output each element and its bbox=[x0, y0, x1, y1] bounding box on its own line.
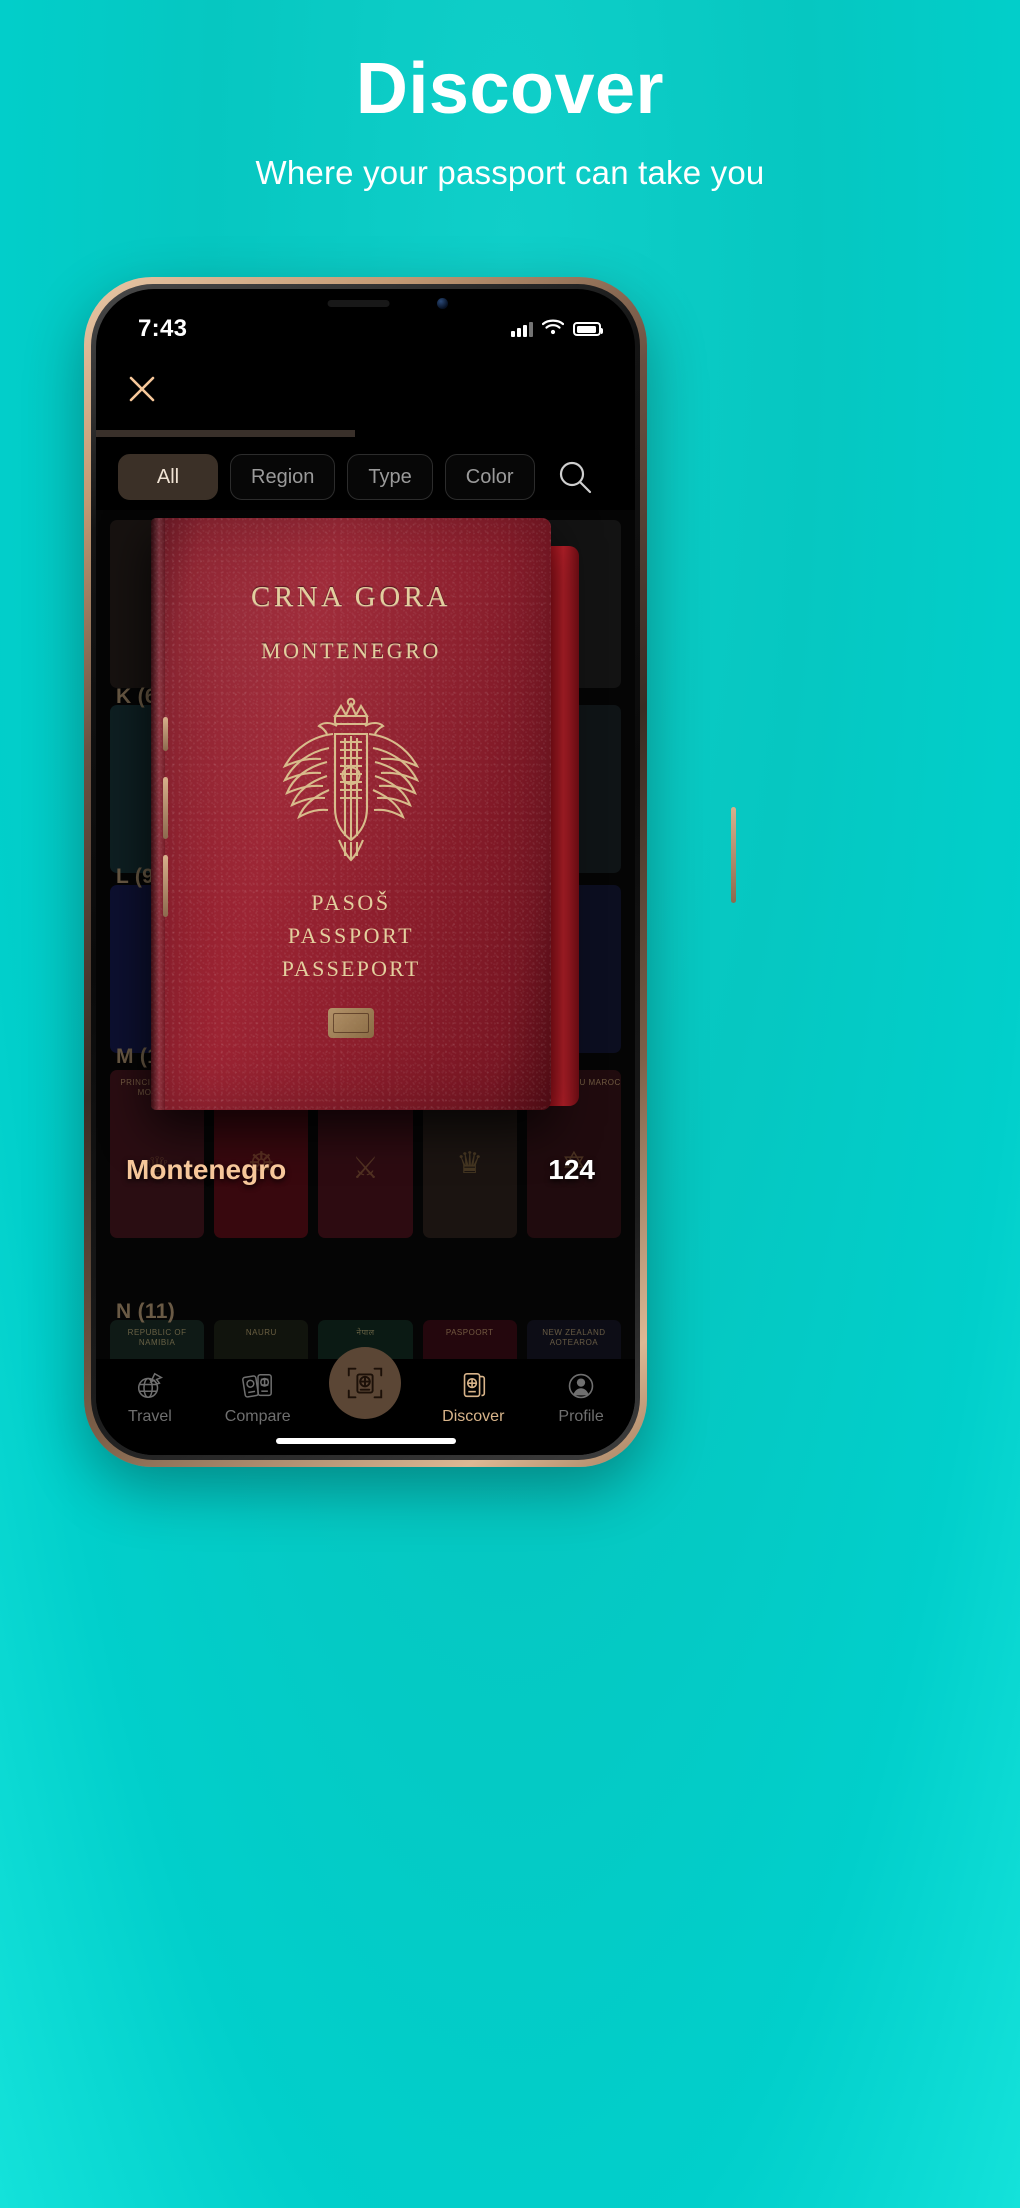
passport-card-title: PRINCIPAUTE DE MONACO bbox=[120, 1078, 194, 1097]
passport-grid-row bbox=[96, 520, 635, 688]
passport-card[interactable] bbox=[318, 885, 413, 1053]
passport-card[interactable] bbox=[214, 885, 309, 1053]
battery-icon bbox=[573, 322, 603, 336]
passport-card-title: CRNA GORA MONTENEGRO bbox=[333, 1078, 398, 1097]
section-header: L (9) bbox=[116, 865, 162, 888]
passport-card-crest-icon: ♛ bbox=[456, 1146, 484, 1180]
passport-card[interactable] bbox=[110, 885, 205, 1053]
passport-grid-row bbox=[96, 885, 635, 1053]
filter-chip-type[interactable]: Type bbox=[347, 454, 433, 500]
phone-bezel: PRINCIPAUTE DE MONACO ♕ MONGOLIA ☸ CRNA GORA… bbox=[91, 284, 640, 1460]
front-camera-icon bbox=[436, 298, 448, 309]
tab-compare[interactable]: Compare bbox=[204, 1369, 312, 1426]
filter-chip-color[interactable]: Color bbox=[444, 454, 535, 500]
passport-card-title: NAURU bbox=[245, 1328, 277, 1337]
passport-card[interactable] bbox=[422, 705, 517, 873]
passport-card[interactable]: MONGOLIA ☸ bbox=[214, 1070, 309, 1238]
phone-mockup: PRINCIPAUTE DE MONACO ♕ MONGOLIA ☸ CRNA GORA… bbox=[84, 277, 736, 1467]
passport-card[interactable]: CRNA GORA MONTENEGRO ⚔ bbox=[318, 1070, 413, 1238]
tab-label-discover: Discover bbox=[442, 1408, 505, 1425]
passport-card-title: REPUBLIC OF NAMIBIA bbox=[127, 1328, 187, 1347]
page-subtitle: Where your passport can take you bbox=[255, 153, 765, 191]
passport-card-title: NEW ZEALAND AOTEAROA bbox=[542, 1328, 606, 1347]
scan-passport-icon[interactable] bbox=[329, 1347, 402, 1419]
passport-card[interactable] bbox=[214, 705, 309, 873]
passport-card[interactable] bbox=[110, 705, 205, 873]
passport-card[interactable] bbox=[422, 885, 517, 1053]
wifi-icon bbox=[541, 319, 565, 340]
passport-grid-row bbox=[96, 705, 635, 873]
passport-card-crest-icon: ☸ bbox=[247, 1146, 275, 1180]
passport-card[interactable]: PRINCIPAUTE DE MONACO ♕ bbox=[110, 1070, 205, 1238]
passport-card-title: नेपाल bbox=[356, 1328, 375, 1337]
tab-profile[interactable]: Profile bbox=[527, 1369, 635, 1426]
section-header: N (11) bbox=[116, 1300, 175, 1323]
passport-card[interactable] bbox=[422, 520, 517, 688]
tab-label-travel: Travel bbox=[127, 1408, 172, 1425]
tab-travel[interactable]: Travel bbox=[96, 1369, 204, 1426]
passport-card[interactable] bbox=[526, 885, 622, 1053]
passport-card[interactable] bbox=[526, 520, 622, 688]
passport-card[interactable]: REPUBLIC OF NAMIBIA⚒ bbox=[110, 1320, 205, 1359]
filter-chip-region[interactable]: Region bbox=[230, 454, 336, 500]
section-header: M (19) bbox=[116, 1045, 179, 1068]
passport-card[interactable] bbox=[318, 520, 413, 688]
passport-card[interactable]: ROYAUME DU MAROC ✡ bbox=[526, 1070, 622, 1238]
tab-label-profile: Profile bbox=[558, 1408, 604, 1425]
passport-card[interactable]: PASPOORT♚ bbox=[422, 1320, 517, 1359]
search-icon[interactable] bbox=[553, 455, 597, 499]
power-button[interactable] bbox=[731, 807, 736, 903]
scroll-progress-fill bbox=[96, 430, 355, 437]
passport-card[interactable]: NEW ZEALAND AOTEAROA⚘ bbox=[526, 1320, 622, 1359]
status-icons bbox=[511, 319, 603, 340]
filter-chip-all[interactable]: All bbox=[118, 454, 218, 500]
passport-card-crest-icon: ⚔ bbox=[352, 1151, 379, 1185]
passport-card-crest-icon: ✡ bbox=[561, 1146, 587, 1180]
passport-grid-row: PRINCIPAUTE DE MONACO ♕ MONGOLIA ☸ CRNA GORA… bbox=[96, 1070, 635, 1238]
tab-discover[interactable]: Discover bbox=[419, 1369, 527, 1426]
cellular-bars-icon bbox=[511, 321, 533, 337]
silent-switch[interactable] bbox=[163, 717, 168, 751]
passport-card[interactable] bbox=[318, 705, 413, 873]
section-header: K (6) bbox=[116, 685, 165, 708]
page-title: Discover bbox=[355, 49, 665, 129]
home-indicator[interactable] bbox=[275, 1438, 456, 1444]
passport-card-crest-icon: ♕ bbox=[143, 1151, 171, 1185]
notch bbox=[262, 289, 469, 321]
passport-card[interactable] bbox=[526, 705, 622, 873]
earpiece-speaker bbox=[327, 300, 390, 307]
phone-screen: PRINCIPAUTE DE MONACO ♕ MONGOLIA ☸ CRNA GORA… bbox=[96, 289, 635, 1455]
passport-grid[interactable]: PRINCIPAUTE DE MONACO ♕ MONGOLIA ☸ CRNA GORA… bbox=[96, 510, 635, 1359]
tab-label-compare: Compare bbox=[224, 1408, 291, 1425]
passport-card-title: ROYAUME DU MAROC bbox=[527, 1078, 621, 1087]
app-header bbox=[96, 351, 635, 437]
passport-card[interactable] bbox=[110, 520, 205, 688]
volume-up-button[interactable] bbox=[163, 777, 168, 839]
filter-bar: All Region Type Color bbox=[96, 444, 635, 510]
person-avatar-icon bbox=[565, 1369, 597, 1403]
passport-card-title: المملكة المغربية bbox=[442, 1078, 497, 1087]
passport-card-title: MONGOLIA bbox=[237, 1078, 285, 1087]
scroll-progress-track[interactable] bbox=[96, 430, 635, 437]
hero-banner: Discover Where your passport can take yo… bbox=[0, 0, 1020, 192]
passport-card-title: PASPOORT bbox=[445, 1328, 494, 1337]
status-clock: 7:43 bbox=[138, 315, 188, 342]
two-passports-icon bbox=[241, 1369, 275, 1403]
passport-card[interactable] bbox=[214, 520, 309, 688]
passport-card[interactable]: NAURU★ bbox=[214, 1320, 309, 1359]
volume-down-button[interactable] bbox=[163, 855, 168, 917]
passport-globe-icon bbox=[457, 1369, 489, 1403]
globe-plane-icon bbox=[134, 1369, 166, 1403]
close-icon[interactable] bbox=[122, 369, 162, 409]
passport-card[interactable]: المملكة المغربية ♛ bbox=[422, 1070, 517, 1238]
